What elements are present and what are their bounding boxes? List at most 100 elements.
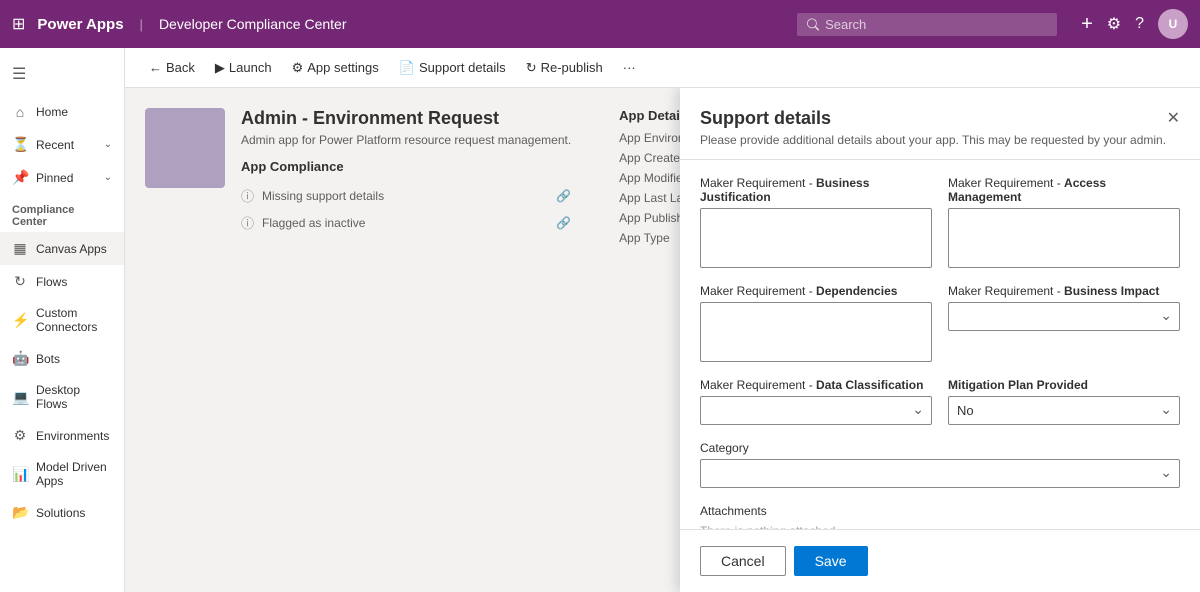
sidebar-item-label: Custom Connectors [36, 306, 112, 334]
desktop-flows-icon: 💻 [12, 389, 28, 406]
compliance-info-icon: ⓘ [241, 186, 254, 205]
category-field: Category [700, 441, 1180, 488]
access-management-label: Maker Requirement - Access Management [948, 176, 1180, 204]
sidebar-item-label: Solutions [36, 506, 112, 520]
sidebar-item-canvas-apps[interactable]: ▦ Canvas Apps [0, 232, 124, 265]
sidebar-item-recent[interactable]: ⏳ Recent ⌄ [0, 128, 124, 161]
dependencies-input[interactable] [700, 302, 932, 362]
launch-icon: ▶ [215, 60, 225, 76]
business-justification-input[interactable] [700, 208, 932, 268]
sidebar-item-pinned[interactable]: 📌 Pinned ⌄ [0, 161, 124, 194]
pin-icon: 📌 [12, 169, 28, 186]
panel-close-button[interactable]: ✕ [1167, 108, 1180, 128]
business-justification-label: Maker Requirement - Business Justificati… [700, 176, 932, 204]
panel-header: Support details Please provide additiona… [680, 88, 1200, 160]
sub-toolbar: ← Back ▶ Launch ⚙ App settings 📄 Support… [125, 48, 1200, 88]
layout: ☰ ⌂ Home ⏳ Recent ⌄ 📌 Pinned ⌄ Complianc… [0, 48, 1200, 592]
business-impact-label: Maker Requirement - Business Impact [948, 284, 1180, 298]
compliance-title: App Compliance [241, 159, 571, 174]
sidebar-item-label: Home [36, 105, 112, 119]
sidebar-item-solutions[interactable]: 📂 Solutions [0, 496, 124, 529]
mitigation-plan-field: Mitigation Plan Provided No Yes [948, 378, 1180, 425]
sidebar-item-environments[interactable]: ⚙ Environments [0, 419, 124, 452]
launch-label: Launch [229, 60, 272, 75]
hamburger-icon[interactable]: ☰ [0, 56, 124, 92]
compliance-item-link[interactable]: 🔗 [556, 189, 571, 203]
topbar-separator: | [140, 17, 143, 32]
data-classification-field: Maker Requirement - Data Classification [700, 378, 932, 425]
solutions-icon: 📂 [12, 504, 28, 521]
data-classification-select[interactable] [700, 396, 932, 425]
panel-subtitle-text: Please provide additional details about … [700, 133, 1166, 147]
avatar[interactable]: U [1158, 9, 1188, 39]
business-impact-select[interactable] [948, 302, 1180, 331]
search-bar[interactable] [797, 13, 1057, 36]
support-details-button[interactable]: 📄 Support details [391, 56, 514, 80]
grid-icon[interactable]: ⊞ [12, 14, 25, 34]
category-select-wrapper [700, 459, 1180, 488]
topbar: ⊞ Power Apps | Developer Compliance Cent… [0, 0, 1200, 48]
add-icon[interactable]: + [1081, 13, 1093, 36]
sidebar-item-label: Recent [36, 138, 96, 152]
recent-icon: ⏳ [12, 136, 28, 153]
launch-button[interactable]: ▶ Launch [207, 56, 280, 80]
compliance-item: ⓘ Missing support details 🔗 [241, 182, 571, 209]
attachments-label: Attachments [700, 504, 1180, 518]
sidebar: ☰ ⌂ Home ⏳ Recent ⌄ 📌 Pinned ⌄ Complianc… [0, 48, 125, 592]
back-button[interactable]: ← Back [141, 56, 203, 79]
cancel-button[interactable]: Cancel [700, 546, 786, 576]
republish-button[interactable]: ↻ Re-publish [518, 56, 611, 80]
more-button[interactable]: ··· [615, 56, 644, 79]
back-icon: ← [149, 60, 162, 75]
app-description: Admin app for Power Platform resource re… [241, 133, 571, 147]
republish-icon: ↻ [526, 60, 537, 76]
dependencies-field: Maker Requirement - Dependencies [700, 284, 932, 362]
category-label: Category [700, 441, 1180, 455]
category-select[interactable] [700, 459, 1180, 488]
sidebar-item-label: Canvas Apps [36, 242, 112, 256]
help-icon[interactable]: ? [1135, 15, 1144, 33]
page-title: Developer Compliance Center [159, 16, 347, 32]
data-classification-select-wrapper [700, 396, 932, 425]
bots-icon: 🤖 [12, 350, 28, 367]
sidebar-item-bots[interactable]: 🤖 Bots [0, 342, 124, 375]
sidebar-item-label: Flows [36, 275, 112, 289]
support-details-icon: 📄 [399, 60, 415, 76]
republish-label: Re-publish [541, 60, 603, 75]
compliance-item-label: Flagged as inactive [262, 216, 365, 230]
page-content: Admin - Environment Request Admin app fo… [125, 88, 1200, 592]
brand-name: Power Apps [37, 16, 123, 33]
home-icon: ⌂ [12, 104, 28, 120]
search-icon [807, 18, 819, 31]
model-driven-icon: 📊 [12, 466, 28, 483]
save-button[interactable]: Save [794, 546, 868, 576]
compliance-section-label: Compliance Center [0, 194, 124, 232]
app-settings-button[interactable]: ⚙ App settings [284, 56, 387, 80]
form-grid: Maker Requirement - Business Justificati… [700, 176, 1180, 425]
app-settings-icon: ⚙ [292, 60, 304, 76]
business-impact-select-wrapper [948, 302, 1180, 331]
mitigation-plan-label: Mitigation Plan Provided [948, 378, 1180, 392]
sidebar-item-label: Environments [36, 429, 112, 443]
chevron-down-icon: ⌄ [104, 172, 112, 183]
mitigation-plan-select[interactable]: No Yes [948, 396, 1180, 425]
topbar-actions: + ⚙ ? U [1081, 9, 1188, 39]
app-thumbnail [145, 108, 225, 188]
back-label: Back [166, 60, 195, 75]
search-input[interactable] [825, 17, 1047, 32]
sidebar-item-home[interactable]: ⌂ Home [0, 96, 124, 128]
attachments-section: Attachments There is nothing attached. 📎… [700, 504, 1180, 529]
canvas-apps-icon: ▦ [12, 240, 28, 257]
business-justification-field: Maker Requirement - Business Justificati… [700, 176, 932, 268]
sidebar-item-desktop-flows[interactable]: 💻 Desktop Flows [0, 375, 124, 419]
settings-icon[interactable]: ⚙ [1107, 14, 1121, 34]
sidebar-item-model-driven[interactable]: 📊 Model Driven Apps [0, 452, 124, 496]
access-management-input[interactable] [948, 208, 1180, 268]
sidebar-item-custom-connectors[interactable]: ⚡ Custom Connectors [0, 298, 124, 342]
sidebar-item-flows[interactable]: ↻ Flows [0, 265, 124, 298]
app-settings-label: App settings [307, 60, 379, 75]
compliance-item-link[interactable]: 🔗 [556, 216, 571, 230]
sidebar-item-label: Model Driven Apps [36, 460, 112, 488]
panel-body: Maker Requirement - Business Justificati… [680, 160, 1200, 529]
compliance-item: ⓘ Flagged as inactive 🔗 [241, 209, 571, 236]
